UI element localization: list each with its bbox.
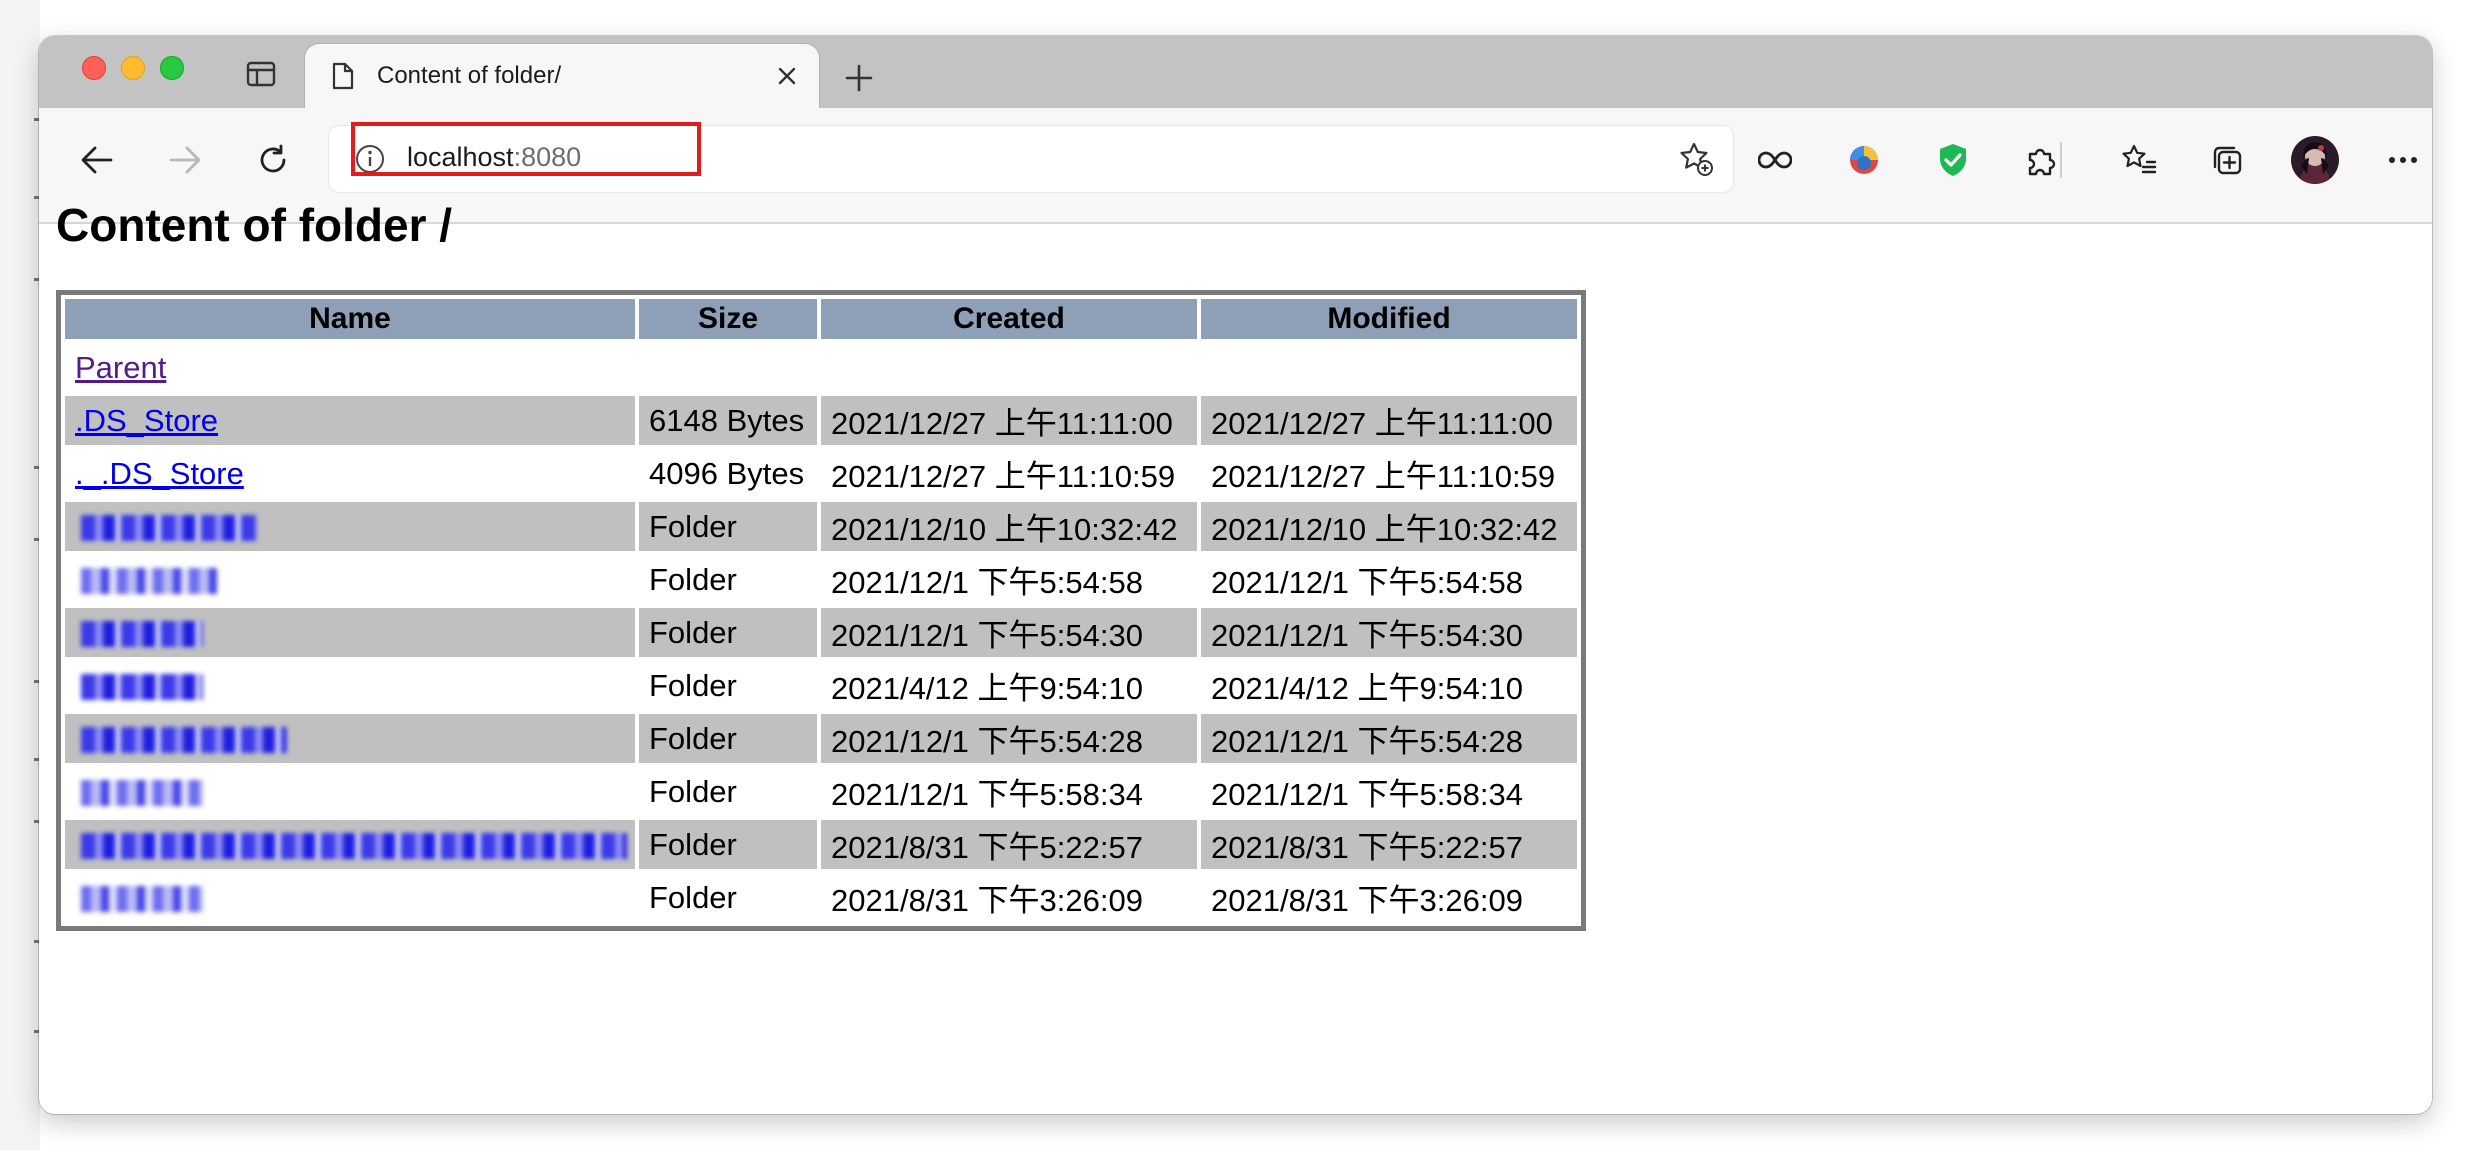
modified-cell: 2021/12/1 下午5:54:58 — [1211, 565, 1523, 600]
forward-arrow-icon[interactable] — [159, 134, 211, 186]
table-row: Folder 2021/8/31 下午3:26:09 2021/8/31 下午3… — [65, 873, 1577, 922]
table-row: .DS_Store 6148 Bytes 2021/12/27 上午11:11:… — [65, 396, 1577, 445]
size-cell: Folder — [649, 667, 737, 703]
toolbar-divider — [2060, 142, 2062, 178]
blurred-folder-link[interactable] — [81, 568, 217, 595]
name-cell: .DS_Store — [65, 396, 635, 445]
column-header-modified: Modified — [1201, 299, 1577, 339]
modified-cell: 2021/12/1 下午5:54:28 — [1201, 714, 1577, 763]
name-cell — [65, 661, 635, 710]
tab-strip: Content of folder/ — [39, 36, 2432, 108]
desktop-background — [0, 0, 40, 1150]
name-cell — [65, 820, 635, 869]
blurred-folder-link[interactable] — [81, 515, 257, 542]
blurred-folder-link[interactable] — [81, 886, 203, 913]
created-cell: 2021/4/12 上午9:54:10 — [831, 671, 1143, 706]
created-cell: 2021/8/31 下午5:22:57 — [821, 820, 1197, 869]
modified-cell: 2021/12/1 下午5:58:34 — [1211, 777, 1523, 812]
more-icon[interactable] — [2377, 134, 2429, 186]
modified-cell: 2021/12/1 下午5:54:30 — [1201, 608, 1577, 657]
size-cell: Folder — [639, 714, 817, 763]
size-cell: 4096 Bytes — [649, 455, 805, 491]
table-row: Folder 2021/12/1 下午5:58:34 2021/12/1 下午5… — [65, 767, 1577, 816]
file-link[interactable]: ._.DS_Store — [75, 456, 244, 491]
created-cell: 2021/12/27 上午11:11:00 — [821, 396, 1197, 445]
name-cell — [65, 555, 635, 604]
name-cell: ._.DS_Store — [65, 449, 635, 498]
maximize-window-button[interactable] — [160, 56, 184, 80]
table-row: Folder 2021/12/1 下午5:54:30 2021/12/1 下午5… — [65, 608, 1577, 657]
modified-cell: 2021/12/27 上午11:10:59 — [1211, 459, 1556, 494]
created-cell: 2021/12/1 下午5:58:34 — [831, 777, 1143, 812]
blurred-folder-link[interactable] — [81, 780, 203, 807]
name-cell — [65, 608, 635, 657]
collections-icon[interactable] — [2201, 134, 2253, 186]
tab-active[interactable]: Content of folder/ — [305, 44, 819, 108]
star-add-icon[interactable] — [1675, 138, 1717, 180]
browser-window: Content of folder/ localhost:8080 Conten… — [39, 36, 2432, 1114]
size-cell: Folder — [649, 773, 737, 809]
created-cell — [821, 343, 1197, 392]
page-title: Content of folder / — [56, 199, 453, 251]
column-header-name: Name — [65, 299, 635, 339]
extension-palette-icon[interactable] — [1838, 134, 1890, 186]
tab-actions-icon[interactable] — [239, 56, 283, 92]
created-cell: 2021/12/1 下午5:54:58 — [831, 565, 1143, 600]
table-row: ._.DS_Store 4096 Bytes 2021/12/27 上午11:1… — [65, 449, 1577, 498]
size-cell: Folder — [639, 820, 817, 869]
created-cell: 2021/8/31 下午3:26:09 — [831, 883, 1143, 918]
created-cell: 2021/12/1 下午5:54:28 — [821, 714, 1197, 763]
blurred-folder-link[interactable] — [81, 833, 627, 860]
shield-check-icon[interactable] — [1927, 134, 1979, 186]
blurred-folder-link[interactable] — [81, 674, 203, 701]
name-cell: Parent — [65, 343, 635, 392]
table-row: Folder 2021/12/1 下午5:54:58 2021/12/1 下午5… — [65, 555, 1577, 604]
modified-cell: 2021/12/27 上午11:11:00 — [1201, 396, 1577, 445]
close-window-button[interactable] — [82, 56, 106, 80]
minimize-window-button[interactable] — [121, 56, 145, 80]
table-row-parent: Parent — [65, 343, 1577, 392]
plus-icon[interactable] — [837, 56, 881, 100]
file-link[interactable]: .DS_Store — [75, 403, 218, 438]
avatar[interactable] — [2289, 134, 2341, 186]
table-row: Folder 2021/12/1 下午5:54:28 2021/12/1 下午5… — [65, 714, 1577, 763]
size-cell: Folder — [649, 561, 737, 597]
size-cell: 6148 Bytes — [639, 396, 817, 445]
blurred-folder-link[interactable] — [81, 727, 287, 754]
name-cell — [65, 767, 635, 816]
modified-cell: 2021/12/10 上午10:32:42 — [1201, 502, 1577, 551]
blurred-folder-link[interactable] — [81, 621, 203, 648]
created-cell: 2021/12/27 上午11:10:59 — [831, 459, 1176, 494]
modified-cell: 2021/8/31 下午5:22:57 — [1201, 820, 1577, 869]
name-cell — [65, 714, 635, 763]
table-header-row: Name Size Created Modified — [65, 299, 1577, 339]
page-icon — [329, 60, 357, 92]
parent-link[interactable]: Parent — [75, 350, 166, 385]
modified-cell — [1201, 343, 1577, 392]
created-cell: 2021/12/1 下午5:54:30 — [821, 608, 1197, 657]
address-highlight-annotation — [351, 122, 701, 176]
file-listing-table: Name Size Created Modified Parent .DS_St… — [56, 290, 1586, 931]
tab-title: Content of folder/ — [377, 62, 562, 89]
column-header-size: Size — [639, 299, 817, 339]
modified-cell: 2021/4/12 上午9:54:10 — [1211, 671, 1523, 706]
table-row: Folder 2021/4/12 上午9:54:10 2021/4/12 上午9… — [65, 661, 1577, 710]
modified-cell: 2021/8/31 下午3:26:09 — [1211, 883, 1523, 918]
size-cell: Folder — [649, 879, 737, 915]
favorites-icon[interactable] — [2113, 134, 2165, 186]
table-row: Folder 2021/12/10 上午10:32:42 2021/12/10 … — [65, 502, 1577, 551]
infinity-icon[interactable] — [1749, 134, 1801, 186]
size-cell: Folder — [639, 502, 817, 551]
size-cell — [639, 343, 817, 392]
refresh-icon[interactable] — [247, 134, 299, 186]
table-row: Folder 2021/8/31 下午5:22:57 2021/8/31 下午5… — [65, 820, 1577, 869]
name-cell — [65, 502, 635, 551]
size-cell: Folder — [639, 608, 817, 657]
close-icon[interactable] — [769, 58, 805, 94]
column-header-created: Created — [821, 299, 1197, 339]
name-cell — [65, 873, 635, 922]
created-cell: 2021/12/10 上午10:32:42 — [821, 502, 1197, 551]
back-arrow-icon[interactable] — [71, 134, 123, 186]
